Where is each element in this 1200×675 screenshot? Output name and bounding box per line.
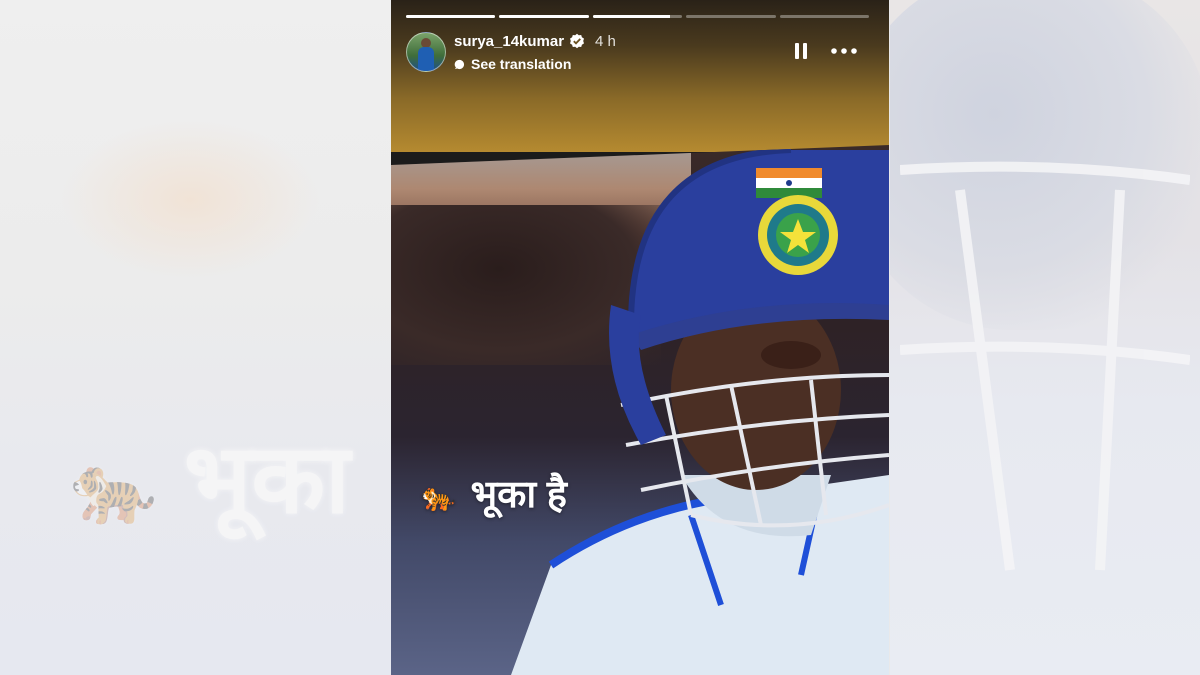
pause-icon[interactable] bbox=[793, 42, 809, 60]
background-right bbox=[890, 0, 1200, 675]
background-grille bbox=[900, 161, 1190, 571]
tiger-emoji: 🐅 bbox=[421, 481, 456, 513]
avatar[interactable] bbox=[406, 32, 446, 72]
story-progress-segment bbox=[686, 15, 776, 18]
more-icon[interactable] bbox=[831, 48, 857, 54]
player-image bbox=[511, 147, 889, 675]
story-caption: 🐅 भूका है bbox=[421, 467, 567, 519]
story-viewer[interactable]: 🐅 भूका है surya_14kumar 4 h See translat… bbox=[391, 0, 889, 675]
background-caption-text: भूका bbox=[183, 426, 350, 533]
see-translation-link[interactable]: See translation bbox=[454, 56, 571, 72]
story-header: surya_14kumar 4 h See translation bbox=[406, 32, 874, 72]
see-translation-label: See translation bbox=[471, 56, 572, 72]
username-link[interactable]: surya_14kumar bbox=[454, 33, 564, 50]
translate-icon bbox=[454, 59, 465, 69]
background-glow bbox=[60, 120, 320, 280]
story-progress-segment bbox=[406, 15, 496, 18]
story-progress-segment bbox=[779, 15, 870, 18]
post-time: 4 h bbox=[595, 33, 616, 50]
verified-badge-icon bbox=[570, 33, 584, 49]
story-progress-fill bbox=[406, 15, 496, 18]
story-progress-fill bbox=[592, 15, 670, 18]
story-photo: 🐅 भूका है bbox=[391, 145, 889, 675]
story-progress-segment bbox=[499, 15, 589, 18]
background-tiger-emoji: 🐅 bbox=[70, 449, 158, 527]
background-caption: 🐅 भूका bbox=[70, 410, 350, 541]
avatar-body bbox=[418, 47, 434, 71]
story-caption-text: भूका है bbox=[470, 474, 567, 516]
story-progress bbox=[406, 15, 870, 18]
story-top-background bbox=[391, 0, 889, 152]
story-progress-fill bbox=[499, 15, 589, 18]
background-left: 🐅 भूका bbox=[0, 0, 392, 675]
story-progress-segment bbox=[592, 15, 683, 18]
